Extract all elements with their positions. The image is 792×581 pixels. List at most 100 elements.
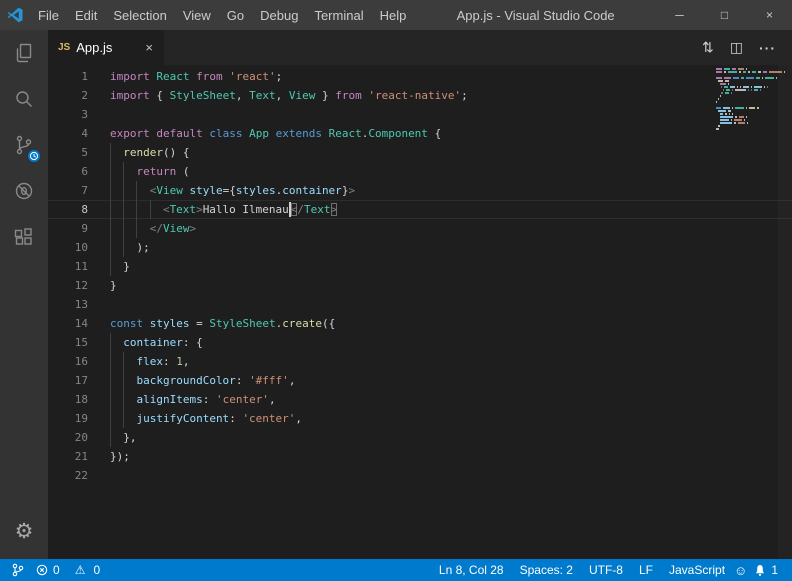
code-line-12[interactable]: 12} — [48, 276, 792, 295]
status-eol[interactable]: LF — [633, 563, 659, 577]
settings-gear-icon[interactable]: ⚙ — [0, 511, 48, 551]
code-line-21[interactable]: 21}); — [48, 447, 792, 466]
line-number[interactable]: 15 — [48, 333, 88, 352]
code-line-6[interactable]: 6return ( — [48, 162, 792, 181]
code-token: ; — [276, 70, 283, 83]
code-editor[interactable]: 1import React from 'react';2import { Sty… — [48, 65, 792, 559]
menu-debug[interactable]: Debug — [252, 0, 306, 30]
line-number[interactable]: 3 — [48, 105, 88, 124]
line-content: }, — [110, 428, 792, 447]
minimap[interactable] — [716, 68, 776, 134]
code-token: , — [183, 355, 190, 368]
line-number[interactable]: 5 — [48, 143, 88, 162]
activity-debug[interactable] — [0, 168, 48, 214]
minimap-token — [730, 86, 735, 88]
git-branch-indicator[interactable] — [8, 563, 28, 577]
code-token: { — [156, 89, 169, 102]
code-line-8[interactable]: 8<Text>Hallo Ilmenau</Text> — [48, 200, 792, 219]
tab-appjs[interactable]: JS App.js × — [48, 30, 164, 65]
line-number[interactable]: 9 — [48, 219, 88, 238]
activity-extensions[interactable] — [0, 214, 48, 260]
open-changes-icon[interactable]: ⇅ — [696, 39, 720, 56]
code-line-2[interactable]: 2import { StyleSheet, Text, View } from … — [48, 86, 792, 105]
search-icon — [12, 87, 36, 111]
line-number[interactable]: 16 — [48, 352, 88, 371]
code-line-11[interactable]: 11} — [48, 257, 792, 276]
indent-guide — [123, 390, 136, 409]
line-number[interactable]: 20 — [48, 428, 88, 447]
minimap-token — [743, 86, 748, 88]
menu-edit[interactable]: Edit — [67, 0, 105, 30]
menu-help[interactable]: Help — [372, 0, 415, 30]
status-indentation[interactable]: Spaces: 2 — [514, 563, 579, 577]
line-number[interactable]: 6 — [48, 162, 88, 181]
code-line-16[interactable]: 16flex: 1, — [48, 352, 792, 371]
code-line-3[interactable]: 3 — [48, 105, 792, 124]
code-line-1[interactable]: 1import React from 'react'; — [48, 67, 792, 86]
menu-go[interactable]: Go — [219, 0, 252, 30]
scrollbar-gutter[interactable] — [778, 65, 792, 559]
status-cursor-position[interactable]: Ln 8, Col 28 — [433, 563, 510, 577]
minimize-icon[interactable]: ─ — [657, 0, 702, 30]
more-actions-icon[interactable]: ··· — [753, 40, 782, 56]
code-line-5[interactable]: 5render() { — [48, 143, 792, 162]
menu-terminal[interactable]: Terminal — [306, 0, 371, 30]
code-line-10[interactable]: 10); — [48, 238, 792, 257]
line-number[interactable]: 21 — [48, 447, 88, 466]
indent-guide — [110, 257, 123, 276]
line-number[interactable]: 7 — [48, 181, 88, 200]
activity-search[interactable] — [0, 76, 48, 122]
menu-view[interactable]: View — [175, 0, 219, 30]
line-content: alignItems: 'center', — [110, 390, 792, 409]
code-line-22[interactable]: 22 — [48, 466, 792, 485]
line-number[interactable]: 19 — [48, 409, 88, 428]
minimap-line — [716, 98, 776, 100]
line-number[interactable]: 14 — [48, 314, 88, 333]
line-number[interactable]: 8 — [48, 200, 88, 219]
line-number[interactable]: 2 — [48, 86, 88, 105]
minimap-line — [716, 74, 776, 76]
code-line-9[interactable]: 9</View> — [48, 219, 792, 238]
menu-selection[interactable]: Selection — [105, 0, 174, 30]
line-number[interactable]: 18 — [48, 390, 88, 409]
code-line-15[interactable]: 15container: { — [48, 333, 792, 352]
line-number[interactable]: 17 — [48, 371, 88, 390]
menu-bar: FileEditSelectionViewGoDebugTerminalHelp — [30, 0, 414, 30]
code-line-13[interactable]: 13 — [48, 295, 792, 314]
minimap-token — [718, 110, 726, 112]
line-number[interactable]: 22 — [48, 466, 88, 485]
code-line-17[interactable]: 17backgroundColor: '#fff', — [48, 371, 792, 390]
close-window-icon[interactable]: × — [747, 0, 792, 30]
notifications-bell[interactable]: 1 — [750, 563, 782, 577]
minimap-token — [720, 119, 729, 121]
status-language-mode[interactable]: JavaScript — [663, 563, 731, 577]
line-number[interactable]: 11 — [48, 257, 88, 276]
menu-file[interactable]: File — [30, 0, 67, 30]
close-tab-icon[interactable]: × — [142, 40, 156, 55]
minimap-token — [764, 86, 765, 88]
error-count[interactable]: 0 — [32, 563, 64, 577]
line-number[interactable]: 4 — [48, 124, 88, 143]
status-encoding[interactable]: UTF-8 — [583, 563, 629, 577]
code-line-20[interactable]: 20}, — [48, 428, 792, 447]
maximize-icon[interactable]: □ — [702, 0, 747, 30]
code-line-7[interactable]: 7<View style={styles.container}> — [48, 181, 792, 200]
code-line-19[interactable]: 19justifyContent: 'center', — [48, 409, 792, 428]
minimap-line — [716, 122, 776, 124]
line-number[interactable]: 12 — [48, 276, 88, 295]
line-number[interactable]: 10 — [48, 238, 88, 257]
activity-source-control[interactable] — [0, 122, 48, 168]
split-editor-icon[interactable]: ◫ — [724, 39, 749, 56]
minimap-token — [735, 116, 737, 118]
editor-region: JS App.js × ⇅ ◫ ··· 1import React from '… — [48, 30, 792, 559]
line-number[interactable]: 1 — [48, 67, 88, 86]
warning-count[interactable]: ⚠ 0 — [68, 563, 104, 577]
code-line-14[interactable]: 14const styles = StyleSheet.create({ — [48, 314, 792, 333]
line-number[interactable]: 13 — [48, 295, 88, 314]
code-line-4[interactable]: 4export default class App extends React.… — [48, 124, 792, 143]
code-line-18[interactable]: 18 alignItems: 'center', — [48, 390, 792, 409]
clock-icon — [29, 151, 39, 161]
feedback-smiley-icon[interactable]: ☺ — [731, 563, 750, 578]
code-token: Text — [170, 203, 197, 216]
activity-explorer[interactable] — [0, 30, 48, 76]
